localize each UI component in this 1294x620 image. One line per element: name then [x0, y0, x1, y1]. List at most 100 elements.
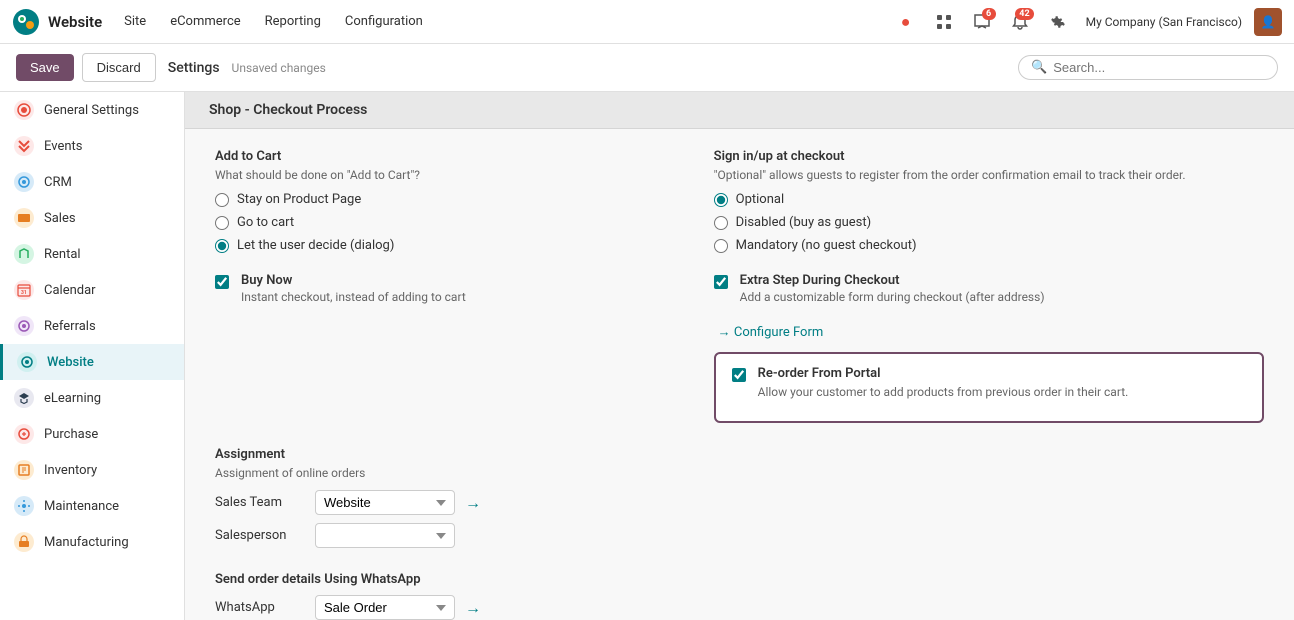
- sidebar-label-rental: Rental: [44, 247, 81, 262]
- add-to-cart-group: Add to Cart What should be done on "Add …: [215, 149, 674, 253]
- radio-optional[interactable]: Optional: [714, 192, 1264, 207]
- radio-disabled-input[interactable]: [714, 216, 728, 230]
- sidebar-item-calendar[interactable]: 31 Calendar: [0, 272, 184, 308]
- sales-team-arrow[interactable]: →: [465, 493, 481, 513]
- nav-item-ecommerce[interactable]: eCommerce: [160, 8, 250, 35]
- sidebar-icon-sales: [14, 208, 34, 228]
- extra-step-content: Extra Step During Checkout Add a customi…: [740, 273, 1045, 304]
- sidebar-icon-purchase: [14, 424, 34, 444]
- sign-in-group: Sign in/up at checkout "Optional" allows…: [714, 149, 1264, 253]
- sidebar-label-website: Website: [47, 355, 94, 370]
- sidebar-item-rental[interactable]: Rental: [0, 236, 184, 272]
- reorder-highlighted-box: Re-order From Portal Allow your customer…: [714, 352, 1264, 423]
- notifications-btn[interactable]: 42: [1004, 6, 1036, 38]
- sidebar-label-sales: Sales: [44, 211, 76, 226]
- nav-item-site[interactable]: Site: [114, 8, 156, 35]
- sidebar-item-sales[interactable]: Sales: [0, 200, 184, 236]
- sidebar-item-manufacturing[interactable]: Manufacturing: [0, 524, 184, 560]
- radio-let-user-decide[interactable]: Let the user decide (dialog): [215, 238, 674, 253]
- nav-item-reporting[interactable]: Reporting: [255, 8, 331, 35]
- reorder-checkbox[interactable]: [732, 368, 746, 382]
- radio-go-input[interactable]: [215, 216, 229, 230]
- col-assignment: Assignment Assignment of online orders S…: [215, 447, 674, 556]
- top-nav: Website Site eCommerce Reporting Configu…: [0, 0, 1294, 44]
- nav-brand: Website: [48, 13, 102, 31]
- whatsapp-title: Send order details Using WhatsApp: [215, 572, 1264, 587]
- extra-step-checkbox[interactable]: [714, 275, 728, 289]
- search-input[interactable]: [1053, 60, 1265, 75]
- sidebar-item-website[interactable]: Website: [0, 344, 184, 380]
- content-area: Shop - Checkout Process Add to Cart What…: [185, 92, 1294, 620]
- logo: [12, 8, 40, 36]
- radio-mandatory[interactable]: Mandatory (no guest checkout): [714, 238, 1264, 253]
- main-layout: General Settings Events CRM Sales Rental: [0, 92, 1294, 620]
- add-to-cart-desc: What should be done on "Add to Cart"?: [215, 168, 674, 182]
- sidebar-item-purchase[interactable]: Purchase: [0, 416, 184, 452]
- assignment-desc: Assignment of online orders: [215, 466, 674, 480]
- radio-mandatory-label: Mandatory (no guest checkout): [736, 238, 917, 253]
- messages-badge: 6: [982, 8, 996, 20]
- sales-team-select[interactable]: Website: [315, 490, 455, 515]
- radio-mandatory-input[interactable]: [714, 239, 728, 253]
- radio-decide-input[interactable]: [215, 239, 229, 253]
- toolbar-title: Settings: [168, 60, 220, 76]
- svg-text:31: 31: [21, 290, 27, 296]
- radio-go-to-cart[interactable]: Go to cart: [215, 215, 674, 230]
- salesperson-label: Salesperson: [215, 528, 305, 543]
- nav-item-configuration[interactable]: Configuration: [335, 8, 433, 35]
- settings-gear-btn[interactable]: [1042, 6, 1074, 38]
- buy-now-checkbox[interactable]: [215, 275, 229, 289]
- whatsapp-select[interactable]: Sale Order: [315, 595, 455, 620]
- extra-step-desc: Add a customizable form during checkout …: [740, 290, 1045, 304]
- sidebar-item-crm[interactable]: CRM: [0, 164, 184, 200]
- whatsapp-label: WhatsApp: [215, 600, 305, 615]
- sign-in-title: Sign in/up at checkout: [714, 149, 1264, 164]
- sidebar-icon-referrals: [14, 316, 34, 336]
- reorder-title: Re-order From Portal: [758, 366, 1129, 381]
- sidebar-item-referrals[interactable]: Referrals: [0, 308, 184, 344]
- add-to-cart-options: Stay on Product Page Go to cart Let the …: [215, 192, 674, 253]
- sidebar-icon-inventory: [14, 460, 34, 480]
- sidebar-icon-calendar: 31: [14, 280, 34, 300]
- radio-stay-on-page[interactable]: Stay on Product Page: [215, 192, 674, 207]
- search-box[interactable]: 🔍: [1018, 55, 1278, 80]
- grid-icon-btn[interactable]: [928, 6, 960, 38]
- buy-now-content: Buy Now Instant checkout, instead of add…: [241, 273, 466, 304]
- radio-optional-input[interactable]: [714, 193, 728, 207]
- reorder-section: Re-order From Portal Allow your customer…: [714, 352, 1264, 423]
- buy-now-title: Buy Now: [241, 273, 466, 288]
- nav-icons: ● 6 42 My C: [890, 6, 1282, 38]
- col-sign-in: Sign in/up at checkout "Optional" allows…: [714, 149, 1264, 423]
- radio-stay-label: Stay on Product Page: [237, 192, 361, 207]
- salesperson-select[interactable]: [315, 523, 455, 548]
- sidebar-label-elearning: eLearning: [44, 391, 101, 406]
- sidebar-icon-events: [14, 136, 34, 156]
- radio-stay-input[interactable]: [215, 193, 229, 207]
- save-button[interactable]: Save: [16, 54, 74, 81]
- record-button[interactable]: ●: [890, 6, 922, 38]
- radio-disabled[interactable]: Disabled (buy as guest): [714, 215, 1264, 230]
- sales-team-row: Sales Team Website →: [215, 490, 674, 515]
- sidebar-item-general-settings[interactable]: General Settings: [0, 92, 184, 128]
- reorder-desc: Allow your customer to add products from…: [758, 385, 1129, 399]
- sidebar-item-events[interactable]: Events: [0, 128, 184, 164]
- user-avatar[interactable]: 👤: [1254, 8, 1282, 36]
- radio-go-label: Go to cart: [237, 215, 294, 230]
- whatsapp-arrow[interactable]: →: [465, 598, 481, 618]
- salesperson-row: Salesperson: [215, 523, 674, 548]
- sidebar-item-inventory[interactable]: Inventory: [0, 452, 184, 488]
- messages-btn[interactable]: 6: [966, 6, 998, 38]
- sidebar-label-referrals: Referrals: [44, 319, 96, 334]
- reorder-content: Re-order From Portal Allow your customer…: [758, 366, 1129, 409]
- extra-step-title: Extra Step During Checkout: [740, 273, 1045, 288]
- content-header: Shop - Checkout Process: [185, 92, 1294, 129]
- company-name: My Company (San Francisco): [1086, 15, 1242, 29]
- discard-button[interactable]: Discard: [82, 53, 156, 82]
- extra-step-row: Extra Step During Checkout Add a customi…: [714, 273, 1264, 304]
- sidebar-item-elearning[interactable]: eLearning: [0, 380, 184, 416]
- sidebar-item-maintenance[interactable]: Maintenance: [0, 488, 184, 524]
- toolbar: Save Discard Settings Unsaved changes 🔍: [0, 44, 1294, 92]
- assignment-title: Assignment: [215, 447, 674, 462]
- configure-form-link[interactable]: → Configure Form: [718, 324, 824, 340]
- radio-decide-label: Let the user decide (dialog): [237, 238, 394, 253]
